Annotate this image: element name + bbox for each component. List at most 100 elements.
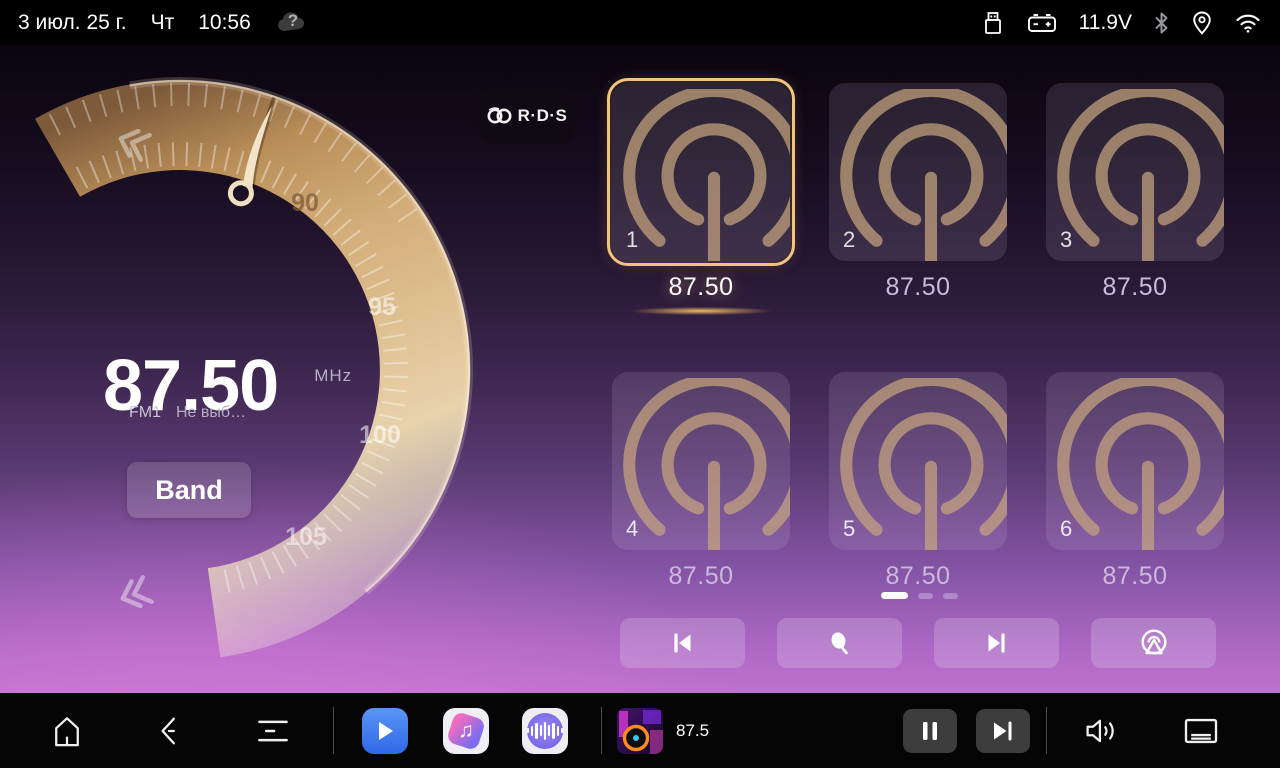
nav-divider [1046,707,1047,754]
rds-label: R·D·S [518,106,568,126]
battery-icon [1026,11,1058,35]
page-dot-2[interactable] [918,593,933,599]
weather-question-mark: ? [288,11,298,31]
preset-cell-5[interactable]: 5 87.50 [829,372,1007,591]
preset-number: 2 [843,227,855,253]
nav-divider [601,707,602,754]
preset-number: 3 [1060,227,1072,253]
status-time: 10:56 [198,11,251,35]
nav-divider [333,707,334,754]
station-name: Не выб… [176,404,246,422]
bluetooth-icon [1153,11,1170,35]
status-bar: 3 июл. 25 г. Чт 10:56 ? [0,0,1280,45]
preset-tile[interactable]: 5 [829,372,1007,550]
music-app-button[interactable]: ♫ [443,708,489,754]
home-icon [50,714,84,748]
preset-cell-1[interactable]: 1 87.50 [612,83,790,316]
head-unit-screen: 3 июл. 25 г. Чт 10:56 ? [0,0,1280,768]
preset-grid: 1 87.50 2 87.50 [612,83,1226,591]
play-icon [375,720,395,742]
preset-tile[interactable]: 1 [612,83,790,261]
broadcast-tower-icon [1139,629,1169,658]
dial-label-95: 95 [368,293,396,321]
preset-frequency: 87.50 [1046,273,1224,302]
preset-number: 4 [626,516,638,542]
frequency-unit: MHz [314,339,352,413]
status-day: Чт [151,11,175,35]
preset-frequency: 87.50 [829,273,1007,302]
band-button[interactable]: Band [127,462,251,518]
skip-previous-icon [669,630,696,656]
preset-frequency: 87.50 [612,562,790,591]
equalizer-app-button[interactable] [522,708,568,754]
preset-frequency: 87.50 [612,273,790,302]
preset-tile[interactable]: 2 [829,83,1007,261]
location-icon [1191,10,1213,36]
preset-number: 1 [626,227,638,253]
music-note-icon: ♫ [458,719,474,743]
next-track-button[interactable] [976,709,1030,753]
next-station-button[interactable] [934,618,1059,668]
current-band: FM1 [129,404,161,422]
previous-station-button[interactable] [620,618,745,668]
wifi-icon [1234,12,1262,34]
broadcast-antenna-icon [1046,378,1224,550]
pause-button[interactable] [903,709,957,753]
usb-icon [981,10,1005,36]
volume-button[interactable] [1082,716,1120,746]
bottom-nav-bar: ♫ 87.5 [0,693,1280,768]
status-date: 3 июл. 25 г. [18,11,127,35]
display-icon [1183,716,1219,746]
rds-logo-icon [485,105,515,127]
preset-frequency: 87.50 [829,562,1007,591]
preset-frequency: 87.50 [1046,562,1224,591]
waveform-icon [527,713,563,749]
broadcast-antenna-icon [829,378,1007,550]
preset-cell-3[interactable]: 3 87.50 [1046,83,1224,316]
preset-tile[interactable]: 4 [612,372,790,550]
preset-tile[interactable]: 6 [1046,372,1224,550]
broadcast-antenna-icon [612,89,790,261]
preset-cell-4[interactable]: 4 87.50 [612,372,790,591]
scan-button[interactable] [777,618,902,668]
broadcast-tower-button[interactable] [1091,618,1216,668]
broadcast-antenna-icon [1046,89,1224,261]
volume-icon [1082,716,1120,746]
recents-button[interactable] [256,718,290,744]
back-icon [155,715,183,747]
dial-label-100: 100 [359,421,401,449]
band-button-label: Band [155,475,223,506]
home-button[interactable] [50,714,84,748]
album-art [617,708,663,754]
broadcast-antenna-icon [612,378,790,550]
dial-label-105: 105 [285,523,327,551]
dial-label-90: 90 [291,189,319,217]
preset-page-dots [612,592,1226,599]
recents-icon [256,718,290,744]
broadcast-antenna-icon [829,89,1007,261]
radio-app-main: 90 95 100 105 87.50 MHz FM1 [0,45,1280,693]
selected-glow-underline [617,306,785,316]
pause-icon [921,720,939,742]
rds-badge: R·D·S [478,88,574,144]
seek-up-chevron-icon[interactable] [118,577,151,610]
preset-cell-6[interactable]: 6 87.50 [1046,372,1224,591]
voltage-readout: 11.9V [1079,11,1132,35]
skip-next-icon [991,720,1015,742]
back-button[interactable] [155,715,183,747]
preset-number: 6 [1060,516,1072,542]
weather-widget[interactable]: ? [275,9,309,37]
tuner-controls [612,618,1216,668]
now-playing-frequency: 87.5 [676,721,709,741]
skip-next-icon [983,630,1010,656]
preset-tile[interactable]: 3 [1046,83,1224,261]
search-icon [827,630,853,657]
video-app-button[interactable] [362,708,408,754]
band-info-row: FM1 Не выб… [129,404,246,422]
page-dot-1[interactable] [881,592,908,599]
display-off-button[interactable] [1183,716,1219,746]
preset-cell-2[interactable]: 2 87.50 [829,83,1007,316]
page-dot-3[interactable] [943,593,958,599]
now-playing-thumbnail[interactable] [617,708,663,754]
preset-number: 5 [843,516,855,542]
